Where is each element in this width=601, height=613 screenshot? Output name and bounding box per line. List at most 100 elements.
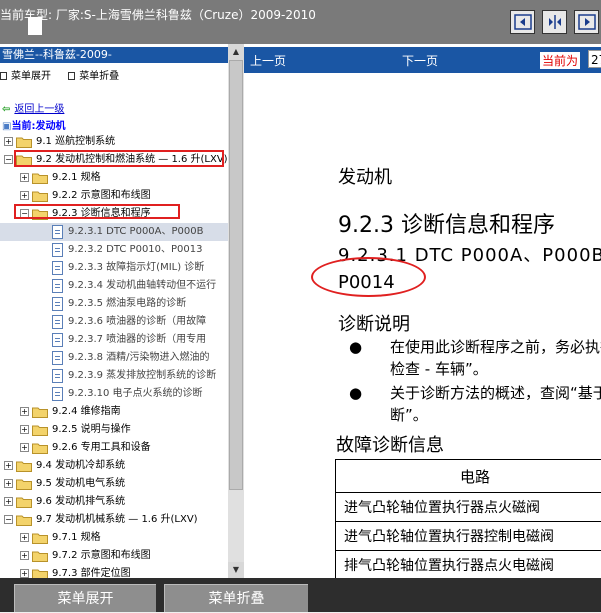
diagnosis-description-title: 诊断说明 — [338, 310, 410, 336]
tree-scrollbar[interactable]: ▲ ▼ — [228, 44, 244, 578]
expand-menu-button[interactable]: 菜单展开 — [14, 584, 156, 612]
document-icon — [52, 243, 63, 257]
tree-folder-item[interactable]: +9.4 发动机冷却系统 — [0, 457, 228, 475]
current-page-input[interactable]: 27 — [588, 50, 601, 68]
tree-leaf-item[interactable]: 9.2.3.7 喷油器的诊断（用专用 — [0, 331, 228, 349]
panel-left-button[interactable] — [510, 10, 535, 34]
prev-page-link[interactable]: 上一页 — [250, 52, 286, 69]
tree-item-label: 9.4 发动机冷却系统 — [36, 457, 125, 475]
document-panel: 上一页 下一页 当前为 27 发动机 9.2.3 诊断信息和程序 9.2.3.1… — [244, 44, 601, 578]
folder-icon — [16, 478, 32, 490]
tree-collapse-all[interactable]: 菜单折叠 — [68, 67, 119, 82]
tree-item-label: 9.5 发动机电气系统 — [36, 475, 125, 493]
tree-item-label: 9.1 巡航控制系统 — [36, 133, 115, 151]
tree-folder-item[interactable]: +9.2.6 专用工具和设备 — [0, 439, 228, 457]
expand-toggle-icon[interactable]: + — [4, 479, 13, 488]
tree-folder-item[interactable]: +9.6 发动机排气系统 — [0, 493, 228, 511]
expand-toggle-icon[interactable]: + — [20, 533, 29, 542]
expand-toggle-icon[interactable]: + — [20, 173, 29, 182]
tree-leaf-item[interactable]: 9.2.3.4 发动机曲轴转动但不运行 — [0, 277, 228, 295]
table-cell: 排气凸轮轴位置执行器点火电磁阀 — [336, 551, 601, 579]
tree-folder-item[interactable]: +9.7.3 部件定位图 — [0, 565, 228, 578]
section-title: 发动机 — [338, 163, 392, 189]
document-icon — [52, 387, 63, 401]
circuit-table: 电路 进气凸轮轴位置执行器点火磁阀 进气凸轮轴位置执行器控制电磁阀 排气凸轮轴位… — [335, 459, 601, 578]
tree-item-label: 9.2.4 维修指南 — [52, 403, 121, 421]
table-row: 进气凸轮轴位置执行器控制电磁阀 — [336, 522, 601, 551]
collapse-menu-button[interactable]: 菜单折叠 — [164, 584, 308, 612]
expand-toggle-icon[interactable]: + — [4, 461, 13, 470]
expand-toggle-icon[interactable]: + — [4, 497, 13, 506]
folder-icon — [32, 532, 48, 544]
folder-icon — [16, 496, 32, 508]
collapse-toggle-icon[interactable]: − — [4, 155, 13, 164]
tree-expand-all[interactable]: 菜单展开 — [0, 67, 51, 82]
tree-leaf-item[interactable]: 9.2.3.3 故障指示灯(MIL) 诊断 — [0, 259, 228, 277]
expand-toggle-icon[interactable]: + — [20, 443, 29, 452]
tree-folder-item[interactable]: −9.7 发动机机械系统 — 1.6 升(LXV) — [0, 511, 228, 529]
tree-item-label: 9.2.3.1 DTC P000A、P000B — [68, 223, 203, 241]
panel-right-icon — [578, 14, 596, 30]
tree-folder-item[interactable]: +9.2.2 示意图和布线图 — [0, 187, 228, 205]
tree-leaf-item[interactable]: 9.2.3.1 DTC P000A、P000B — [0, 223, 228, 241]
bullet-icon: ● — [349, 338, 362, 356]
bullet-text: 在使用此诊断程序之前，务必执行“诊断系统 检查 - 车辆”。 — [390, 336, 601, 380]
tree-leaf-item[interactable]: 9.2.3.8 酒精/污染物进入燃油的 — [0, 349, 228, 367]
tree-folder-item[interactable]: +9.2.5 说明与操作 — [0, 421, 228, 439]
document-icon — [52, 315, 63, 329]
table-row: 排气凸轮轴位置执行器点火电磁阀 — [336, 551, 601, 579]
tree-item-label: 9.2.3.6 喷油器的诊断（用故障 — [68, 313, 206, 331]
collapse-toggle-icon[interactable]: − — [4, 515, 13, 524]
tree-folder-item[interactable]: +9.5 发动机电气系统 — [0, 475, 228, 493]
blank-indicator — [28, 17, 42, 35]
folder-icon — [32, 172, 48, 184]
expand-toggle-icon[interactable]: + — [20, 407, 29, 416]
tree-folder-item[interactable]: +9.7.1 规格 — [0, 529, 228, 547]
folder-icon — [32, 550, 48, 562]
bullet-text: 关于诊断方法的概述，查阅“基于策略的诊 断”。 — [390, 382, 601, 426]
panel-right-button[interactable] — [574, 10, 599, 34]
folder-icon — [16, 136, 32, 148]
current-page-label: 当前为 — [540, 52, 580, 69]
table-row: 进气凸轮轴位置执行器点火磁阀 — [336, 493, 601, 522]
tree-folder-item[interactable]: +9.1 巡航控制系统 — [0, 133, 228, 151]
tree-leaf-item[interactable]: 9.2.3.6 喷油器的诊断（用故障 — [0, 313, 228, 331]
document-icon — [52, 279, 63, 293]
expand-toggle-icon[interactable]: + — [20, 551, 29, 560]
tree-item-label: 9.6 发动机排气系统 — [36, 493, 125, 511]
tree-leaf-item[interactable]: 9.2.3.9 蒸发排放控制系统的诊断 — [0, 367, 228, 385]
tree-item-label: 9.2.5 说明与操作 — [52, 421, 131, 439]
scroll-down-icon[interactable]: ▼ — [228, 562, 244, 578]
tree-folder-item[interactable]: +9.2.4 维修指南 — [0, 403, 228, 421]
back-link[interactable]: ⇦返回上一级 — [2, 100, 64, 115]
scroll-up-icon[interactable]: ▲ — [228, 44, 244, 60]
annotation-box-9-2-3 — [14, 204, 180, 219]
expand-icon — [0, 72, 7, 80]
expand-toggle-icon[interactable]: + — [4, 137, 13, 146]
table-cell: 进气凸轮轴位置执行器点火磁阀 — [336, 493, 601, 522]
tree-folder-item[interactable]: +9.2.1 规格 — [0, 169, 228, 187]
expand-toggle-icon[interactable]: + — [20, 425, 29, 434]
next-page-link[interactable]: 下一页 — [402, 52, 438, 69]
collapse-icon — [68, 72, 75, 80]
bottom-bar: 菜单展开 菜单折叠 — [0, 578, 601, 612]
tree-leaf-item[interactable]: 9.2.3.10 电子点火系统的诊断 — [0, 385, 228, 403]
document-icon — [52, 333, 63, 347]
expand-toggle-icon[interactable]: + — [20, 569, 29, 578]
tree-item-label: 9.2.3.10 电子点火系统的诊断 — [68, 385, 203, 403]
current-vehicle-label: 当前车型: 厂家:S-上海雪佛兰科鲁兹（Cruze）2009-2010 — [0, 6, 316, 23]
document-icon — [52, 261, 63, 275]
tree-item-label: 9.2.3.4 发动机曲轴转动但不运行 — [68, 277, 216, 295]
expand-toggle-icon[interactable]: + — [20, 191, 29, 200]
tree-leaf-item[interactable]: 9.2.3.2 DTC P0010、P0013 — [0, 241, 228, 259]
tree-item-label: 9.2.3.9 蒸发排放控制系统的诊断 — [68, 367, 216, 385]
scrollbar-thumb[interactable] — [229, 60, 243, 490]
tree-leaf-item[interactable]: 9.2.3.5 燃油泵电路的诊断 — [0, 295, 228, 313]
tree-folder-item[interactable]: +9.7.2 示意图和布线图 — [0, 547, 228, 565]
table-header-cell: 电路 — [336, 460, 601, 493]
folder-icon — [32, 406, 48, 418]
tree-item-label: 9.2.3.8 酒精/污染物进入燃油的 — [68, 349, 210, 367]
tree-item-label: 9.7.1 规格 — [52, 529, 101, 547]
current-node: ▣当前:发动机 — [2, 117, 65, 132]
panel-split-button[interactable] — [542, 10, 567, 34]
